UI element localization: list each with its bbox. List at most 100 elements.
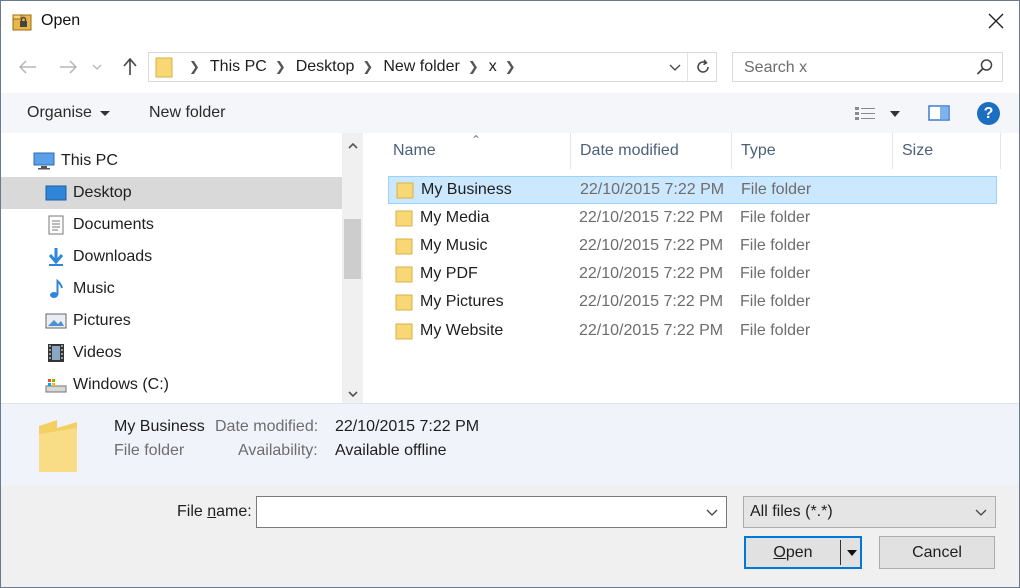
forward-arrow-icon [60, 60, 77, 74]
breadcrumb-x[interactable]: x [489, 58, 497, 76]
column-header-date-modified[interactable]: Date modified [580, 133, 679, 169]
nav-item-this-pc[interactable]: This PC [33, 145, 118, 177]
refresh-icon [696, 59, 709, 73]
navigation-pane: This PC Desktop Documents Downloads Musi… [1, 133, 363, 403]
chevron-right-icon[interactable]: ❯ [354, 59, 383, 75]
recent-locations-button[interactable] [87, 55, 107, 79]
new-folder-label: New folder [149, 104, 226, 121]
file-type-dropdown-button[interactable] [973, 504, 989, 520]
file-name: My Website [420, 322, 504, 339]
nav-item-label: Desktop [73, 184, 132, 201]
column-divider[interactable] [570, 133, 571, 169]
file-row-my-pdf[interactable]: My PDF 22/10/2015 7:22 PM File folder [388, 261, 997, 289]
scroll-up-button[interactable] [342, 135, 363, 156]
nav-item-downloads[interactable]: Downloads [1, 241, 152, 273]
file-name: My PDF [420, 265, 478, 282]
new-folder-button[interactable]: New folder [149, 104, 225, 122]
nav-item-pictures[interactable]: Pictures [1, 305, 131, 337]
nav-item-desktop[interactable]: Desktop [1, 177, 342, 209]
up-arrow-icon [123, 58, 137, 75]
dropdown-arrow-icon[interactable] [890, 111, 900, 117]
column-header-size[interactable]: Size [902, 133, 933, 169]
file-name-dropdown-button[interactable] [704, 504, 720, 520]
address-bar[interactable]: ❯ This PC ❯ Desktop ❯ New folder ❯ x ❯ [148, 52, 717, 82]
pictures-icon [45, 311, 67, 331]
file-type: File folder [740, 293, 811, 310]
folder-icon [395, 238, 413, 255]
nav-item-label: Downloads [73, 248, 153, 265]
file-date: 22/10/2015 7:22 PM [579, 209, 724, 226]
back-button[interactable] [16, 55, 40, 79]
file-row-my-business[interactable]: My Business 22/10/2015 7:22 PM File fold… [388, 176, 997, 204]
command-bar: Organise New folder ? [1, 93, 1019, 133]
cancel-button[interactable]: Cancel [879, 536, 995, 569]
file-date: 22/10/2015 7:22 PM [579, 237, 724, 254]
open-button[interactable]: Open [744, 536, 862, 569]
change-view-button[interactable] [854, 103, 906, 125]
chevron-down-icon [975, 509, 987, 516]
videos-icon [45, 343, 67, 363]
search-icon[interactable] [976, 58, 994, 76]
nav-pane-scrollbar[interactable] [342, 133, 363, 403]
search-box[interactable]: Search x [732, 52, 1003, 82]
column-divider[interactable] [1000, 133, 1001, 169]
details-date-value: 22/10/2015 7:22 PM [335, 418, 480, 435]
details-availability-label: Availability: [238, 442, 318, 459]
refresh-button[interactable] [687, 53, 717, 81]
nav-item-documents[interactable]: Documents [1, 209, 154, 241]
organise-label: Organise [27, 104, 92, 121]
nav-item-label: Videos [73, 344, 122, 361]
chevron-right-icon: ❯ [189, 59, 200, 74]
open-options-button[interactable] [843, 538, 860, 567]
file-name: My Music [420, 237, 488, 254]
nav-item-windows-c[interactable]: Windows (C:) [1, 369, 169, 401]
drive-icon [45, 375, 67, 395]
close-button[interactable] [973, 1, 1019, 41]
search-input[interactable]: Search x [744, 59, 807, 77]
address-dropdown-button[interactable] [665, 57, 685, 77]
breadcrumb-this-pc[interactable]: This PC [210, 58, 267, 76]
nav-item-label: Windows (C:) [73, 376, 170, 393]
up-button[interactable] [118, 55, 142, 79]
dropdown-arrow-icon [846, 549, 857, 556]
file-type-select[interactable]: All files (*.*) [743, 496, 996, 528]
scroll-down-button[interactable] [342, 383, 363, 404]
open-button-label[interactable]: Open [746, 538, 840, 567]
column-divider[interactable] [892, 133, 893, 169]
preview-pane-button[interactable] [928, 104, 950, 122]
file-name-label-text: ame: [216, 503, 252, 520]
file-row-my-pictures[interactable]: My Pictures 22/10/2015 7:22 PM File fold… [388, 289, 997, 317]
file-type-value: All files (*.*) [750, 503, 833, 520]
chevron-right-icon[interactable]: ❯ [460, 59, 489, 75]
chevron-right-icon[interactable]: ❯ [497, 59, 526, 75]
organise-button[interactable]: Organise [27, 104, 110, 122]
music-icon [45, 279, 67, 299]
scrollbar-thumb[interactable] [344, 219, 361, 279]
folder-icon [395, 294, 413, 311]
navigation-bar: ❯ This PC ❯ Desktop ❯ New folder ❯ x ❯ S… [1, 45, 1019, 89]
column-divider[interactable] [731, 133, 732, 169]
file-date: 22/10/2015 7:22 PM [579, 293, 724, 310]
chevron-right-icon[interactable]: ❯ [267, 59, 296, 75]
column-header-name[interactable]: Name [393, 133, 436, 169]
help-button[interactable]: ? [977, 102, 1000, 125]
file-row-my-media[interactable]: My Media 22/10/2015 7:22 PM File folder [388, 205, 997, 233]
computer-icon [33, 151, 55, 171]
file-name-label-accelerator: n [207, 503, 217, 520]
file-name: My Business [421, 181, 512, 198]
details-availability-value: Available offline [335, 442, 447, 459]
nav-item-videos[interactable]: Videos [1, 337, 122, 369]
file-date: 22/10/2015 7:22 PM [579, 322, 724, 339]
file-name-combobox[interactable] [256, 496, 727, 528]
file-row-my-website[interactable]: My Website 22/10/2015 7:22 PM File folde… [388, 318, 997, 346]
breadcrumb-desktop[interactable]: Desktop [296, 58, 355, 76]
file-name-input[interactable] [257, 497, 697, 527]
file-row-my-music[interactable]: My Music 22/10/2015 7:22 PM File folder [388, 233, 997, 261]
breadcrumb-new-folder[interactable]: New folder [383, 58, 459, 76]
nav-item-music[interactable]: Music [1, 273, 115, 305]
preview-pane-icon [928, 105, 950, 121]
column-header-type[interactable]: Type [741, 133, 776, 169]
forward-button[interactable] [56, 55, 80, 79]
chevron-down-icon [347, 390, 358, 397]
folder-icon [395, 323, 413, 340]
